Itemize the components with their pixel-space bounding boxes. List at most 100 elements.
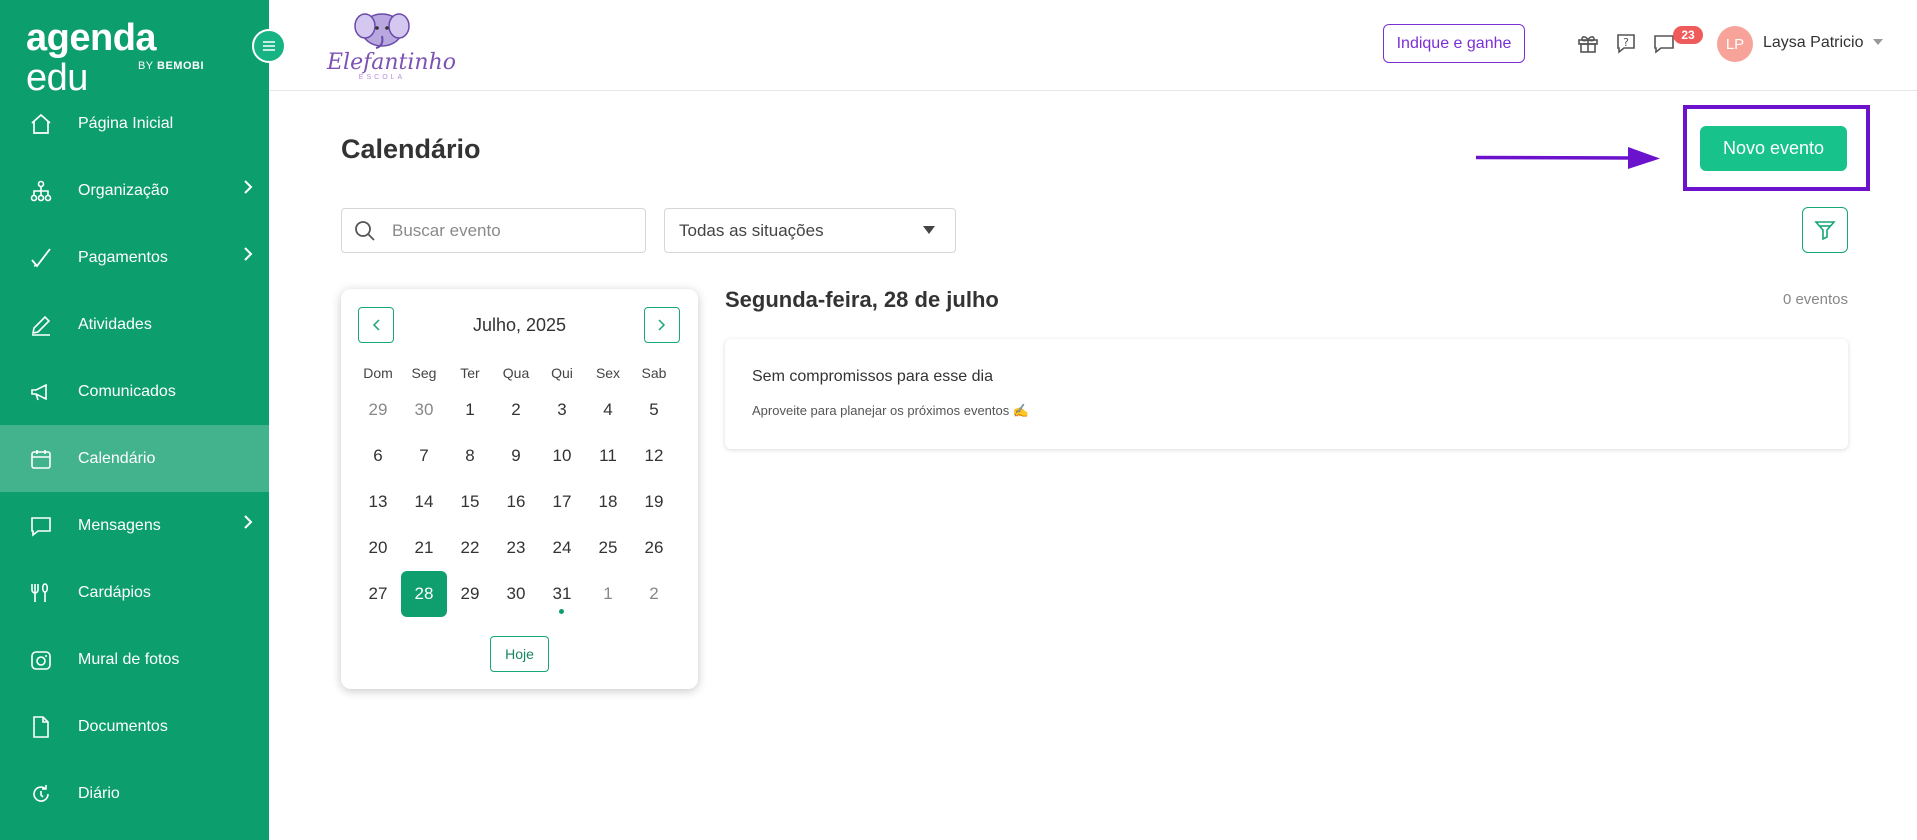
calendar-day-number: 12 xyxy=(644,446,664,465)
filter-button[interactable] xyxy=(1802,207,1848,253)
sidebar-item-pagamentos[interactable]: Pagamentos xyxy=(0,224,269,291)
calendar-day[interactable]: 31 xyxy=(539,571,585,617)
sidebar: agenda edu BY BEMOBI Página Inicial Organ… xyxy=(0,0,269,840)
calendar-day[interactable]: 11 xyxy=(585,433,631,479)
chevron-down-icon[interactable] xyxy=(1873,39,1883,45)
new-event-button[interactable]: Novo evento xyxy=(1700,126,1847,171)
calendar-day-number: 21 xyxy=(414,538,434,557)
sidebar-item-label: Mural de fotos xyxy=(78,650,180,668)
sidebar-item-pagina-inicial[interactable]: Página Inicial xyxy=(0,90,269,157)
brand-name: agenda xyxy=(26,17,157,59)
calendar-day-number: 9 xyxy=(511,446,521,465)
avatar[interactable]: LP xyxy=(1717,26,1753,62)
calendar-day[interactable]: 8 xyxy=(447,433,493,479)
weekday-label: Qui xyxy=(551,365,573,381)
calendar-day[interactable]: 26 xyxy=(631,525,677,571)
calendar-day-number: 7 xyxy=(419,446,429,465)
sidebar-item-label: Mensagens xyxy=(78,516,161,534)
calendar-day[interactable]: 29 xyxy=(355,387,401,433)
sidebar-item-organizacao[interactable]: Organização xyxy=(0,157,269,224)
calendar-day[interactable]: 4 xyxy=(585,387,631,433)
calendar-day[interactable]: 20 xyxy=(355,525,401,571)
chat-icon xyxy=(28,513,54,539)
calendar-day-number: 13 xyxy=(368,492,388,511)
calendar-day[interactable]: 13 xyxy=(355,479,401,525)
calendar-day[interactable]: 16 xyxy=(493,479,539,525)
sidebar-item-diario[interactable]: Diário xyxy=(0,760,269,827)
svg-text:?: ? xyxy=(1623,36,1629,49)
calendar-day[interactable]: 21 xyxy=(401,525,447,571)
calendar-day-number: 1 xyxy=(603,584,613,603)
calendar-day[interactable]: 19 xyxy=(631,479,677,525)
weekday-label: Seg xyxy=(411,365,437,381)
sidebar-item-comunicados[interactable]: Comunicados xyxy=(0,358,269,425)
calendar-day[interactable]: 2 xyxy=(493,387,539,433)
calendar-day[interactable]: 22 xyxy=(447,525,493,571)
calendar-day[interactable]: 30 xyxy=(401,387,447,433)
calendar-day-number: 1 xyxy=(465,400,475,419)
calendar-day[interactable]: 1 xyxy=(447,387,493,433)
indique-e-ganhe-button[interactable]: Indique e ganhe xyxy=(1383,24,1525,63)
weekday-label: Qua xyxy=(502,365,530,381)
calendar-day[interactable]: 17 xyxy=(539,479,585,525)
calendar-day-number: 2 xyxy=(511,400,521,419)
user-name[interactable]: Laysa Patricio xyxy=(1763,34,1864,52)
calendar-day[interactable]: 2 xyxy=(631,571,677,617)
calendar-day-number: 6 xyxy=(373,446,383,465)
calendar-day[interactable]: 12 xyxy=(631,433,677,479)
school-logo[interactable]: Elefantinho ESCOLA xyxy=(327,6,457,86)
sidebar-item-mensagens[interactable]: Mensagens xyxy=(0,492,269,559)
chevron-right-icon xyxy=(243,246,253,267)
utensils-icon xyxy=(28,580,54,606)
school-name: Elefantinho xyxy=(327,50,457,75)
today-button[interactable]: Hoje xyxy=(490,636,549,672)
calendar-icon xyxy=(28,446,54,472)
search-icon xyxy=(355,221,375,241)
gift-icon[interactable] xyxy=(1575,30,1601,56)
sidebar-item-atividades[interactable]: Atividades xyxy=(0,291,269,358)
calendar-grid: Dom Seg Ter Qua Qui Sex Sab 29 30 1 2 3 4 5 6 7 8 9 10 11 1… xyxy=(355,365,675,617)
org-chart-icon xyxy=(28,178,54,204)
hamburger-icon xyxy=(263,41,275,51)
calendar-day[interactable]: 9 xyxy=(493,433,539,479)
calendar-day[interactable]: 27 xyxy=(355,571,401,617)
calendar-day[interactable]: 14 xyxy=(401,479,447,525)
calendar-day[interactable]: 5 xyxy=(631,387,677,433)
event-indicator-dot xyxy=(559,609,564,614)
search-input[interactable] xyxy=(392,209,632,252)
empty-events-card: Sem compromissos para esse dia Aproveite… xyxy=(725,339,1848,449)
calendar-week-row: 27 28 29 30 31 1 2 xyxy=(355,571,675,617)
calendar-day[interactable]: 3 xyxy=(539,387,585,433)
calendar-day-number: 28 xyxy=(414,584,434,603)
calendar-day-number: 27 xyxy=(368,584,388,603)
mini-calendar: Julho, 2025 Dom Seg Ter Qua Qui Sex Sab 29 30 1 2… xyxy=(341,289,698,689)
calendar-day[interactable]: 7 xyxy=(401,433,447,479)
calendar-day[interactable]: 10 xyxy=(539,433,585,479)
calendar-week-row: 13 14 15 16 17 18 19 xyxy=(355,479,675,525)
help-icon[interactable]: ? xyxy=(1613,30,1639,56)
megaphone-icon xyxy=(28,379,54,405)
calendar-day[interactable]: 25 xyxy=(585,525,631,571)
calendar-day[interactable]: 29 xyxy=(447,571,493,617)
sidebar-item-documentos[interactable]: Documentos xyxy=(0,693,269,760)
sidebar-item-calendario[interactable]: Calendário xyxy=(0,425,269,492)
calendar-day[interactable]: 30 xyxy=(493,571,539,617)
sidebar-item-cardapios[interactable]: Cardápios xyxy=(0,559,269,626)
calendar-day-number: 29 xyxy=(460,584,480,603)
agenda-edu-logo: agenda edu BY BEMOBI xyxy=(26,17,226,98)
calendar-day[interactable]: 1 xyxy=(585,571,631,617)
calendar-day[interactable]: 23 xyxy=(493,525,539,571)
status-select[interactable]: Todas as situações xyxy=(664,208,956,253)
menu-toggle-button[interactable] xyxy=(252,29,286,63)
calendar-day[interactable]: 15 xyxy=(447,479,493,525)
calendar-day-selected[interactable]: 28 xyxy=(401,571,447,617)
notifications-badge: 23 xyxy=(1673,26,1703,44)
calendar-day[interactable]: 18 xyxy=(585,479,631,525)
calendar-day-number: 29 xyxy=(368,400,388,419)
calendar-day[interactable]: 24 xyxy=(539,525,585,571)
next-month-button[interactable] xyxy=(644,307,680,343)
caret-down-icon xyxy=(923,226,935,234)
sidebar-item-mural-de-fotos[interactable]: Mural de fotos xyxy=(0,626,269,693)
calendar-day[interactable]: 6 xyxy=(355,433,401,479)
weekday-label: Ter xyxy=(460,365,480,381)
